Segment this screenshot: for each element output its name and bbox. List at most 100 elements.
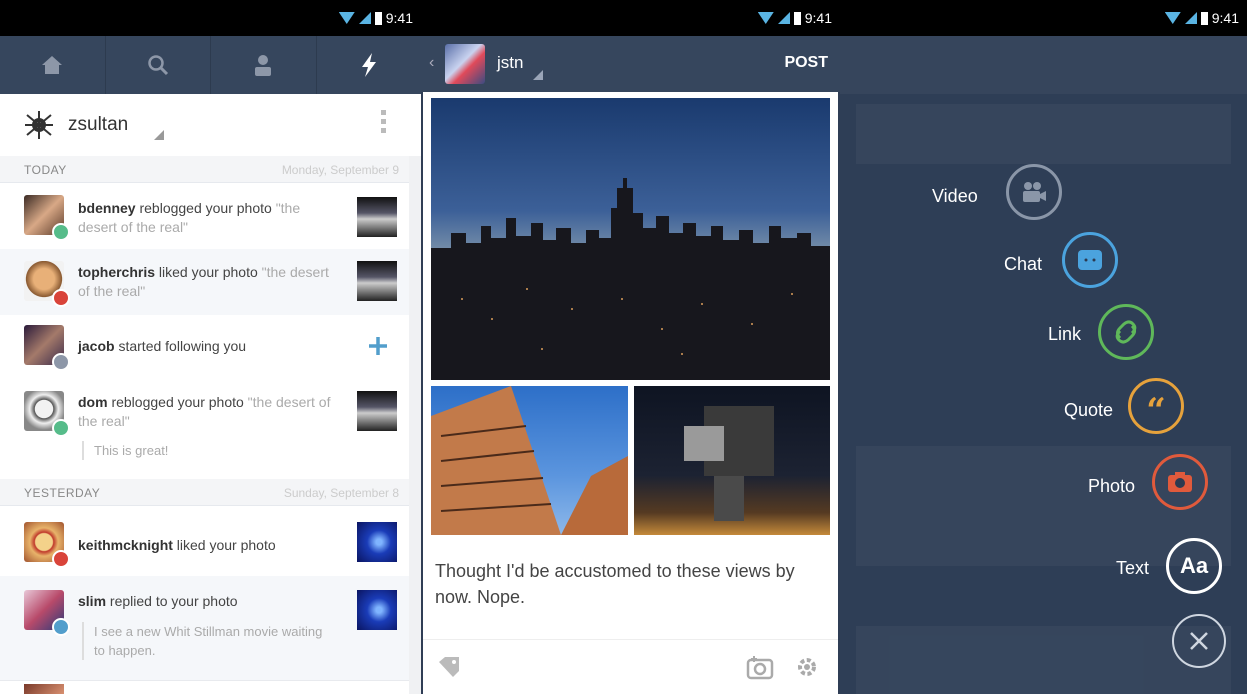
video-option-button[interactable] xyxy=(1006,164,1062,220)
post-thumbnail[interactable] xyxy=(357,590,397,630)
link-option-button[interactable] xyxy=(1098,304,1154,360)
status-bar: 9:41 xyxy=(421,0,840,36)
camera-graphic xyxy=(684,406,774,521)
notification-item[interactable]: jacob started following you xyxy=(0,315,409,378)
notification-text: slim replied to your photo xyxy=(78,592,339,611)
photo-camera-night[interactable] xyxy=(634,386,830,535)
wifi-icon xyxy=(1164,12,1181,24)
notification-item[interactable]: bdenney reblogged your photo "the desert… xyxy=(0,183,409,250)
chat-option-button[interactable] xyxy=(1062,232,1118,288)
reply-text: This is great! xyxy=(82,441,168,460)
username[interactable]: jacob xyxy=(78,338,115,354)
compose-post-screen: 9:41 ‹ jstn POST Thought I'd be accustom… xyxy=(421,0,840,694)
search-icon xyxy=(148,55,168,76)
blog-selector[interactable]: zsultan xyxy=(0,94,421,158)
option-label-text[interactable]: Text xyxy=(1116,558,1149,579)
action-text: replied to your photo xyxy=(106,593,238,609)
blog-name: zsultan xyxy=(68,114,129,135)
signal-icon xyxy=(1184,12,1197,24)
tab-search[interactable] xyxy=(106,36,211,94)
section-header-yesterday: YESTERDAY Sunday, September 8 xyxy=(0,479,421,506)
photo-option-button[interactable] xyxy=(1152,454,1208,510)
chevron-down-icon xyxy=(154,130,164,140)
option-label-quote[interactable]: Quote xyxy=(1064,400,1113,421)
blog-name[interactable]: jstn xyxy=(497,53,523,73)
notification-item[interactable]: dom reblogged your photo "the desert of … xyxy=(0,377,409,480)
username[interactable]: topherchris xyxy=(78,264,155,280)
action-text: reblogged your photo xyxy=(107,394,244,410)
gear-icon[interactable] xyxy=(794,654,820,680)
dimmed-card xyxy=(856,104,1231,164)
avatar[interactable] xyxy=(24,684,64,694)
section-date: Sunday, September 8 xyxy=(283,486,399,500)
post-thumbnail[interactable] xyxy=(357,261,397,301)
add-photo-icon[interactable] xyxy=(746,654,774,680)
notification-text: bdenney reblogged your photo "the desert… xyxy=(78,199,339,237)
section-date: Monday, September 9 xyxy=(281,163,399,177)
lightning-icon xyxy=(361,53,376,77)
option-label-photo[interactable]: Photo xyxy=(1088,476,1135,497)
overflow-menu-icon[interactable] xyxy=(381,110,387,133)
username[interactable]: slim xyxy=(78,593,106,609)
notification-item[interactable]: topherchris liked your photo "the desert… xyxy=(0,249,409,316)
follow-back-plus-icon[interactable] xyxy=(367,335,389,357)
dimmed-nav xyxy=(840,36,1247,94)
notification-item[interactable]: slim replied to your photo I see a new W… xyxy=(0,576,409,681)
action-text: liked your photo xyxy=(155,264,258,280)
scrollbar[interactable] xyxy=(409,156,421,694)
username[interactable]: keithmcknight xyxy=(78,537,173,553)
quote-option-button[interactable]: “ xyxy=(1128,378,1184,434)
status-bar: 9:41 xyxy=(0,0,421,36)
activity-screen: 9:41 zsultan TODAY Monday, September 9 b… xyxy=(0,0,421,694)
person-icon xyxy=(255,55,272,76)
post-button[interactable]: POST xyxy=(784,54,828,72)
post-caption[interactable]: Thought I'd be accustomed to these views… xyxy=(435,558,815,610)
text-option-button[interactable]: Aa xyxy=(1166,538,1222,594)
action-text: reblogged your photo xyxy=(135,200,272,216)
heart-badge-icon xyxy=(52,289,70,307)
reply-text: I see a new Whit Stillman movie waiting … xyxy=(82,622,324,660)
photo-main[interactable] xyxy=(431,98,830,380)
battery-icon xyxy=(1200,11,1208,25)
post-thumbnail[interactable] xyxy=(357,391,397,431)
photo-building[interactable] xyxy=(431,386,628,535)
reblog-badge-icon xyxy=(52,419,70,437)
status-bar: 9:41 xyxy=(840,0,1247,36)
back-chevron-icon[interactable]: ‹ xyxy=(429,54,434,72)
avatar[interactable] xyxy=(445,44,485,84)
wifi-icon xyxy=(757,12,774,24)
option-label-link[interactable]: Link xyxy=(1048,324,1081,345)
option-label-video[interactable]: Video xyxy=(932,186,978,207)
follow-badge-icon xyxy=(52,353,70,371)
building-graphic xyxy=(431,386,628,535)
text-aa-icon: Aa xyxy=(1179,553,1209,578)
tab-home[interactable] xyxy=(0,36,106,94)
username[interactable]: bdenney xyxy=(78,200,136,216)
status-time: 9:41 xyxy=(1211,10,1239,26)
tag-icon[interactable] xyxy=(437,656,461,678)
close-icon xyxy=(1190,632,1208,650)
wifi-icon xyxy=(338,12,355,24)
status-time: 9:41 xyxy=(804,10,832,26)
editor-toolbar xyxy=(423,639,838,694)
post-thumbnail[interactable] xyxy=(357,522,397,562)
dimmed-overlay[interactable] xyxy=(840,36,1247,694)
chat-bubble-icon xyxy=(1078,250,1102,270)
signal-icon xyxy=(777,12,790,24)
notification-item[interactable]: keithmcknight liked your photo xyxy=(0,506,409,577)
battery-icon xyxy=(374,11,382,25)
tab-account[interactable] xyxy=(211,36,317,94)
chevron-down-icon[interactable] xyxy=(533,70,543,80)
reply-badge-icon xyxy=(52,618,70,636)
option-label-chat[interactable]: Chat xyxy=(1004,254,1042,275)
close-button[interactable] xyxy=(1172,614,1226,668)
post-thumbnail[interactable] xyxy=(357,197,397,237)
battery-icon xyxy=(793,11,801,25)
username[interactable]: dom xyxy=(78,394,108,410)
action-text: liked your photo xyxy=(172,537,276,553)
link-chain-icon xyxy=(1115,320,1137,344)
action-text: started following you xyxy=(114,338,247,354)
tab-activity[interactable] xyxy=(317,36,422,94)
notification-text: dom reblogged your photo "the desert of … xyxy=(78,393,339,431)
section-header-today: TODAY Monday, September 9 xyxy=(0,156,421,183)
